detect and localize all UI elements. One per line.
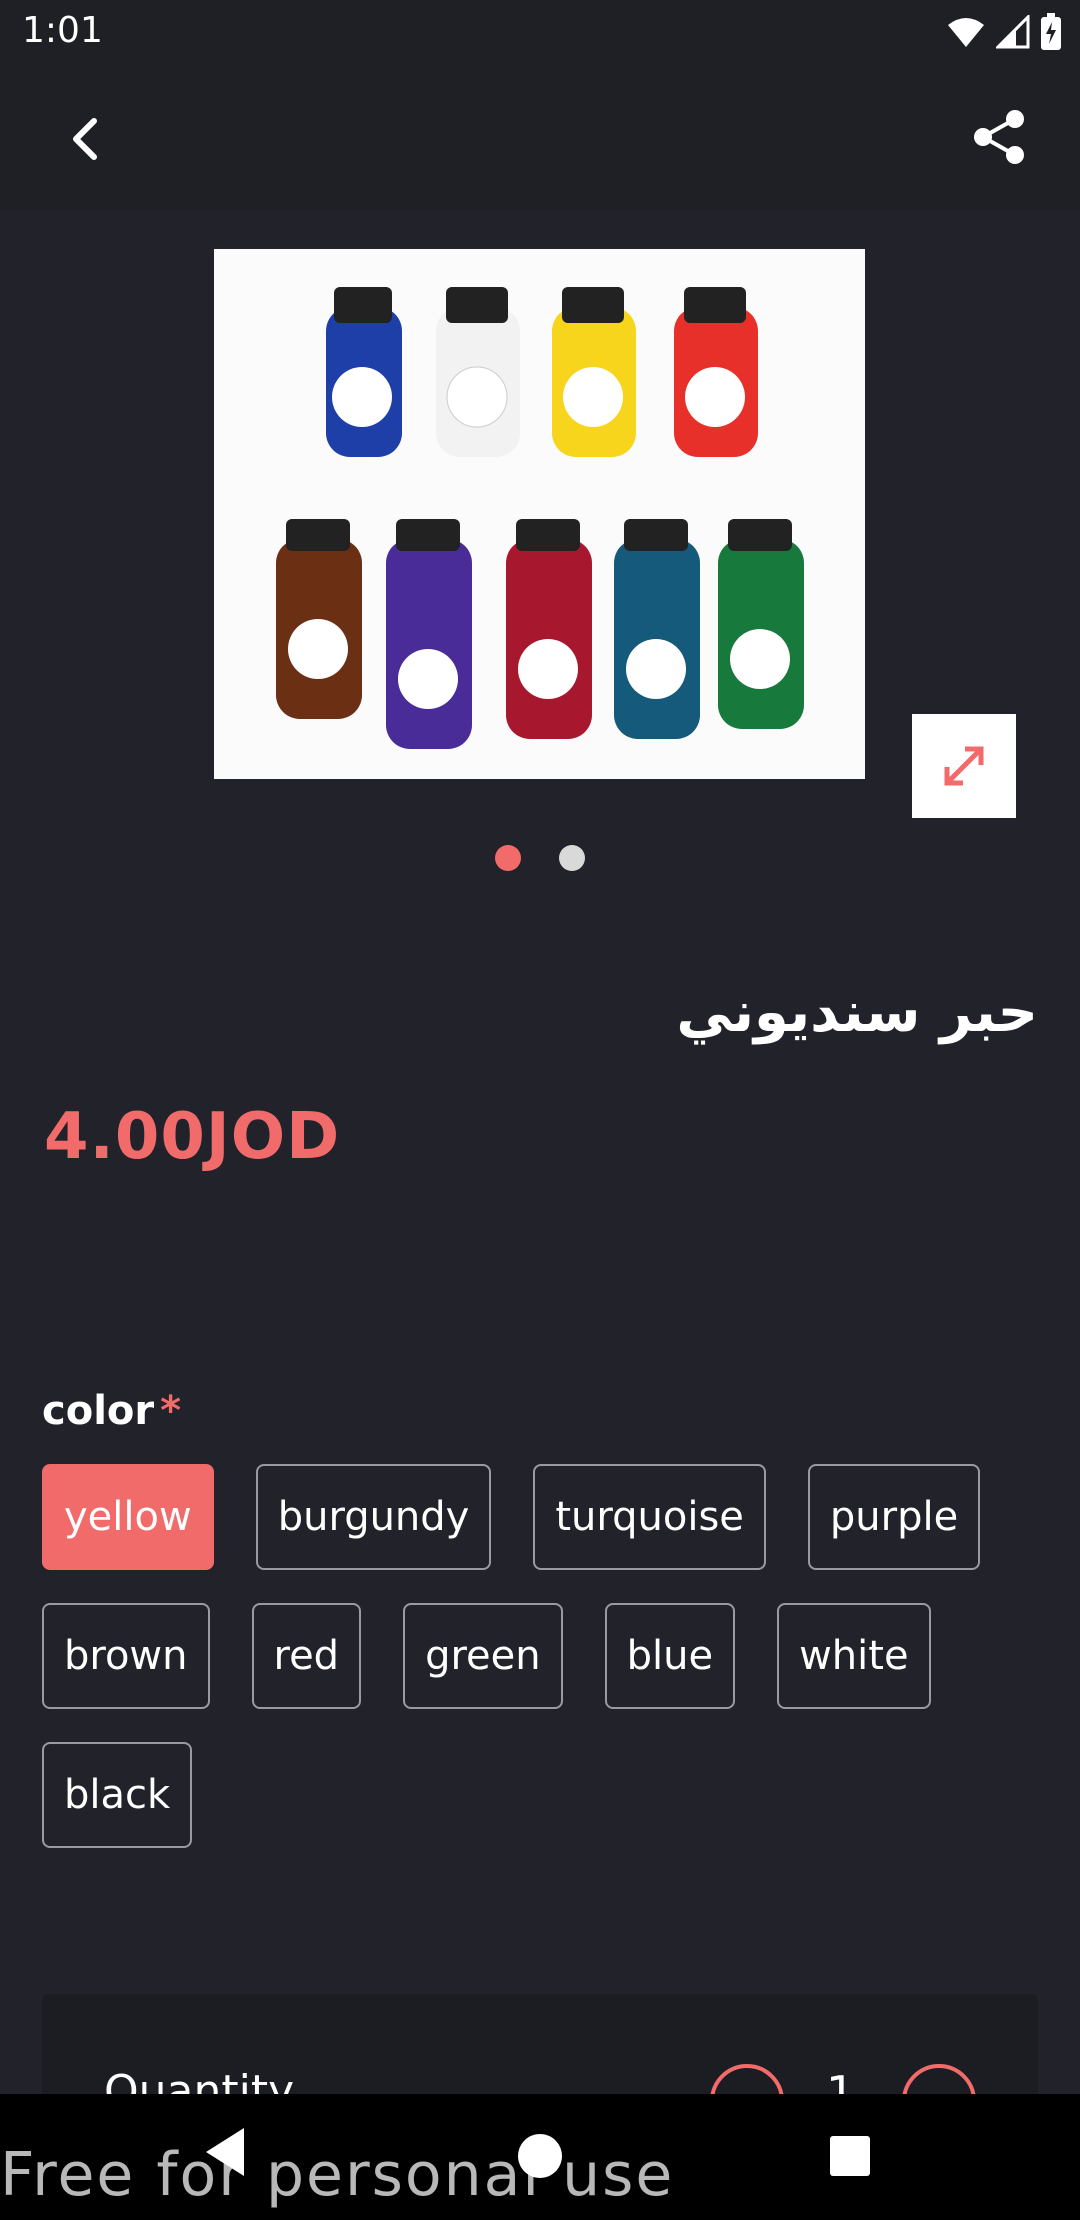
battery-charging-icon xyxy=(1041,13,1061,50)
product-title: حبر سنديوني xyxy=(676,980,1038,1045)
back-button[interactable] xyxy=(50,104,120,174)
ink-bottles-illustration xyxy=(214,249,865,779)
status-icons xyxy=(946,12,1062,52)
required-mark: * xyxy=(160,1388,182,1434)
color-option-black[interactable]: black xyxy=(42,1742,193,1848)
pager-dot-1[interactable] xyxy=(495,845,521,871)
wifi-icon xyxy=(948,18,984,47)
product-price: 4.00JOD xyxy=(44,1100,341,1174)
app-bar xyxy=(0,64,1080,210)
product-image[interactable] xyxy=(214,249,865,779)
expand-icon xyxy=(944,746,984,786)
signal-icon xyxy=(996,15,1030,49)
status-time: 1:01 xyxy=(22,10,103,51)
pager-dot-2[interactable] xyxy=(559,845,585,871)
color-options: yellow burgundy turquoise purple brown r… xyxy=(42,1464,1042,1848)
color-option-purple[interactable]: purple xyxy=(807,1464,981,1570)
share-icon xyxy=(974,110,1024,164)
watermark: Free for personal use xyxy=(0,2140,675,2210)
color-option-red[interactable]: red xyxy=(251,1603,362,1709)
share-button[interactable] xyxy=(964,102,1034,172)
color-option-brown[interactable]: brown xyxy=(42,1603,210,1709)
image-pager xyxy=(0,845,1080,871)
nav-recents-icon[interactable] xyxy=(830,2136,870,2176)
color-option-burgundy[interactable]: burgundy xyxy=(255,1464,492,1570)
color-option-green[interactable]: green xyxy=(403,1603,563,1709)
color-option-white[interactable]: white xyxy=(777,1603,931,1709)
color-option-blue[interactable]: blue xyxy=(604,1603,736,1709)
color-option-yellow[interactable]: yellow xyxy=(42,1464,214,1570)
status-bar: 1:01 xyxy=(0,0,1080,64)
expand-image-button[interactable] xyxy=(912,714,1016,818)
color-option-label: color * xyxy=(42,1388,181,1434)
chevron-left-icon xyxy=(73,118,97,160)
color-label-text: color xyxy=(42,1388,155,1434)
color-option-turquoise[interactable]: turquoise xyxy=(533,1464,766,1570)
